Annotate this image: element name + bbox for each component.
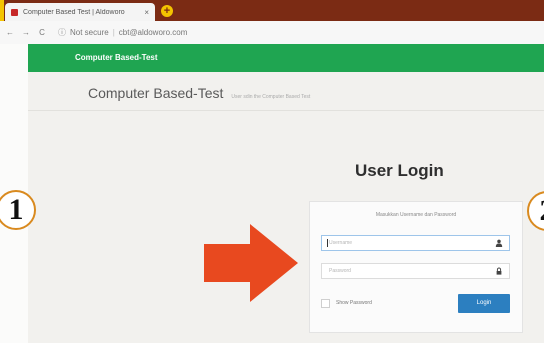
login-card: Masukkan Username dan Password Show Pass… (309, 201, 523, 333)
tab-title: Computer Based Test | Aldoworo (23, 8, 125, 16)
login-button[interactable]: Login (458, 294, 510, 313)
page-subtitle: User sdin the Computer Based Test (231, 94, 311, 100)
password-input[interactable] (322, 264, 499, 278)
login-instruction: Masukkan Username dan Password (375, 212, 457, 218)
reload-button[interactable]: C (36, 28, 48, 37)
password-field[interactable] (321, 263, 510, 279)
not-secure-icon[interactable]: ⓘ (58, 27, 66, 38)
close-tab-icon[interactable]: × (144, 8, 149, 17)
page-header: Computer Based-Test User sdin the Comput… (88, 85, 310, 101)
browser-tab[interactable]: Computer Based Test | Aldoworo × (5, 3, 155, 21)
header-divider (28, 110, 544, 111)
pointer-arrow (204, 224, 298, 302)
back-button[interactable]: ← (4, 28, 16, 37)
tab-strip-accent (0, 0, 4, 21)
new-tab-button[interactable]: + (161, 5, 173, 17)
user-icon (495, 239, 503, 247)
forward-button[interactable]: → (20, 28, 32, 37)
lock-icon (496, 267, 502, 275)
step-1-badge: 1 (0, 190, 36, 230)
username-field[interactable] (321, 235, 510, 251)
show-password-checkbox[interactable] (321, 299, 330, 308)
address-separator: | (112, 28, 115, 37)
site-header: Computer Based-Test (0, 44, 544, 72)
browser-toolbar: ← → C ⓘ Not secure | cbt@aldoworo.com (0, 21, 544, 45)
username-input[interactable] (322, 236, 499, 250)
step-2-badge: 2 (527, 191, 544, 231)
url-text: cbt@aldoworo.com (118, 28, 188, 37)
browser-tab-strip: Computer Based Test | Aldoworo × + (0, 0, 544, 21)
address-bar[interactable]: ⓘ Not secure | cbt@aldoworo.com (58, 27, 187, 38)
site-brand-link[interactable]: Computer Based-Test (75, 53, 158, 62)
favicon-icon (11, 8, 18, 16)
page-title: Computer Based-Test (88, 85, 224, 101)
show-password-label[interactable]: Show Password (336, 300, 372, 306)
security-label: Not secure (70, 28, 109, 37)
login-title: User Login (355, 161, 444, 180)
